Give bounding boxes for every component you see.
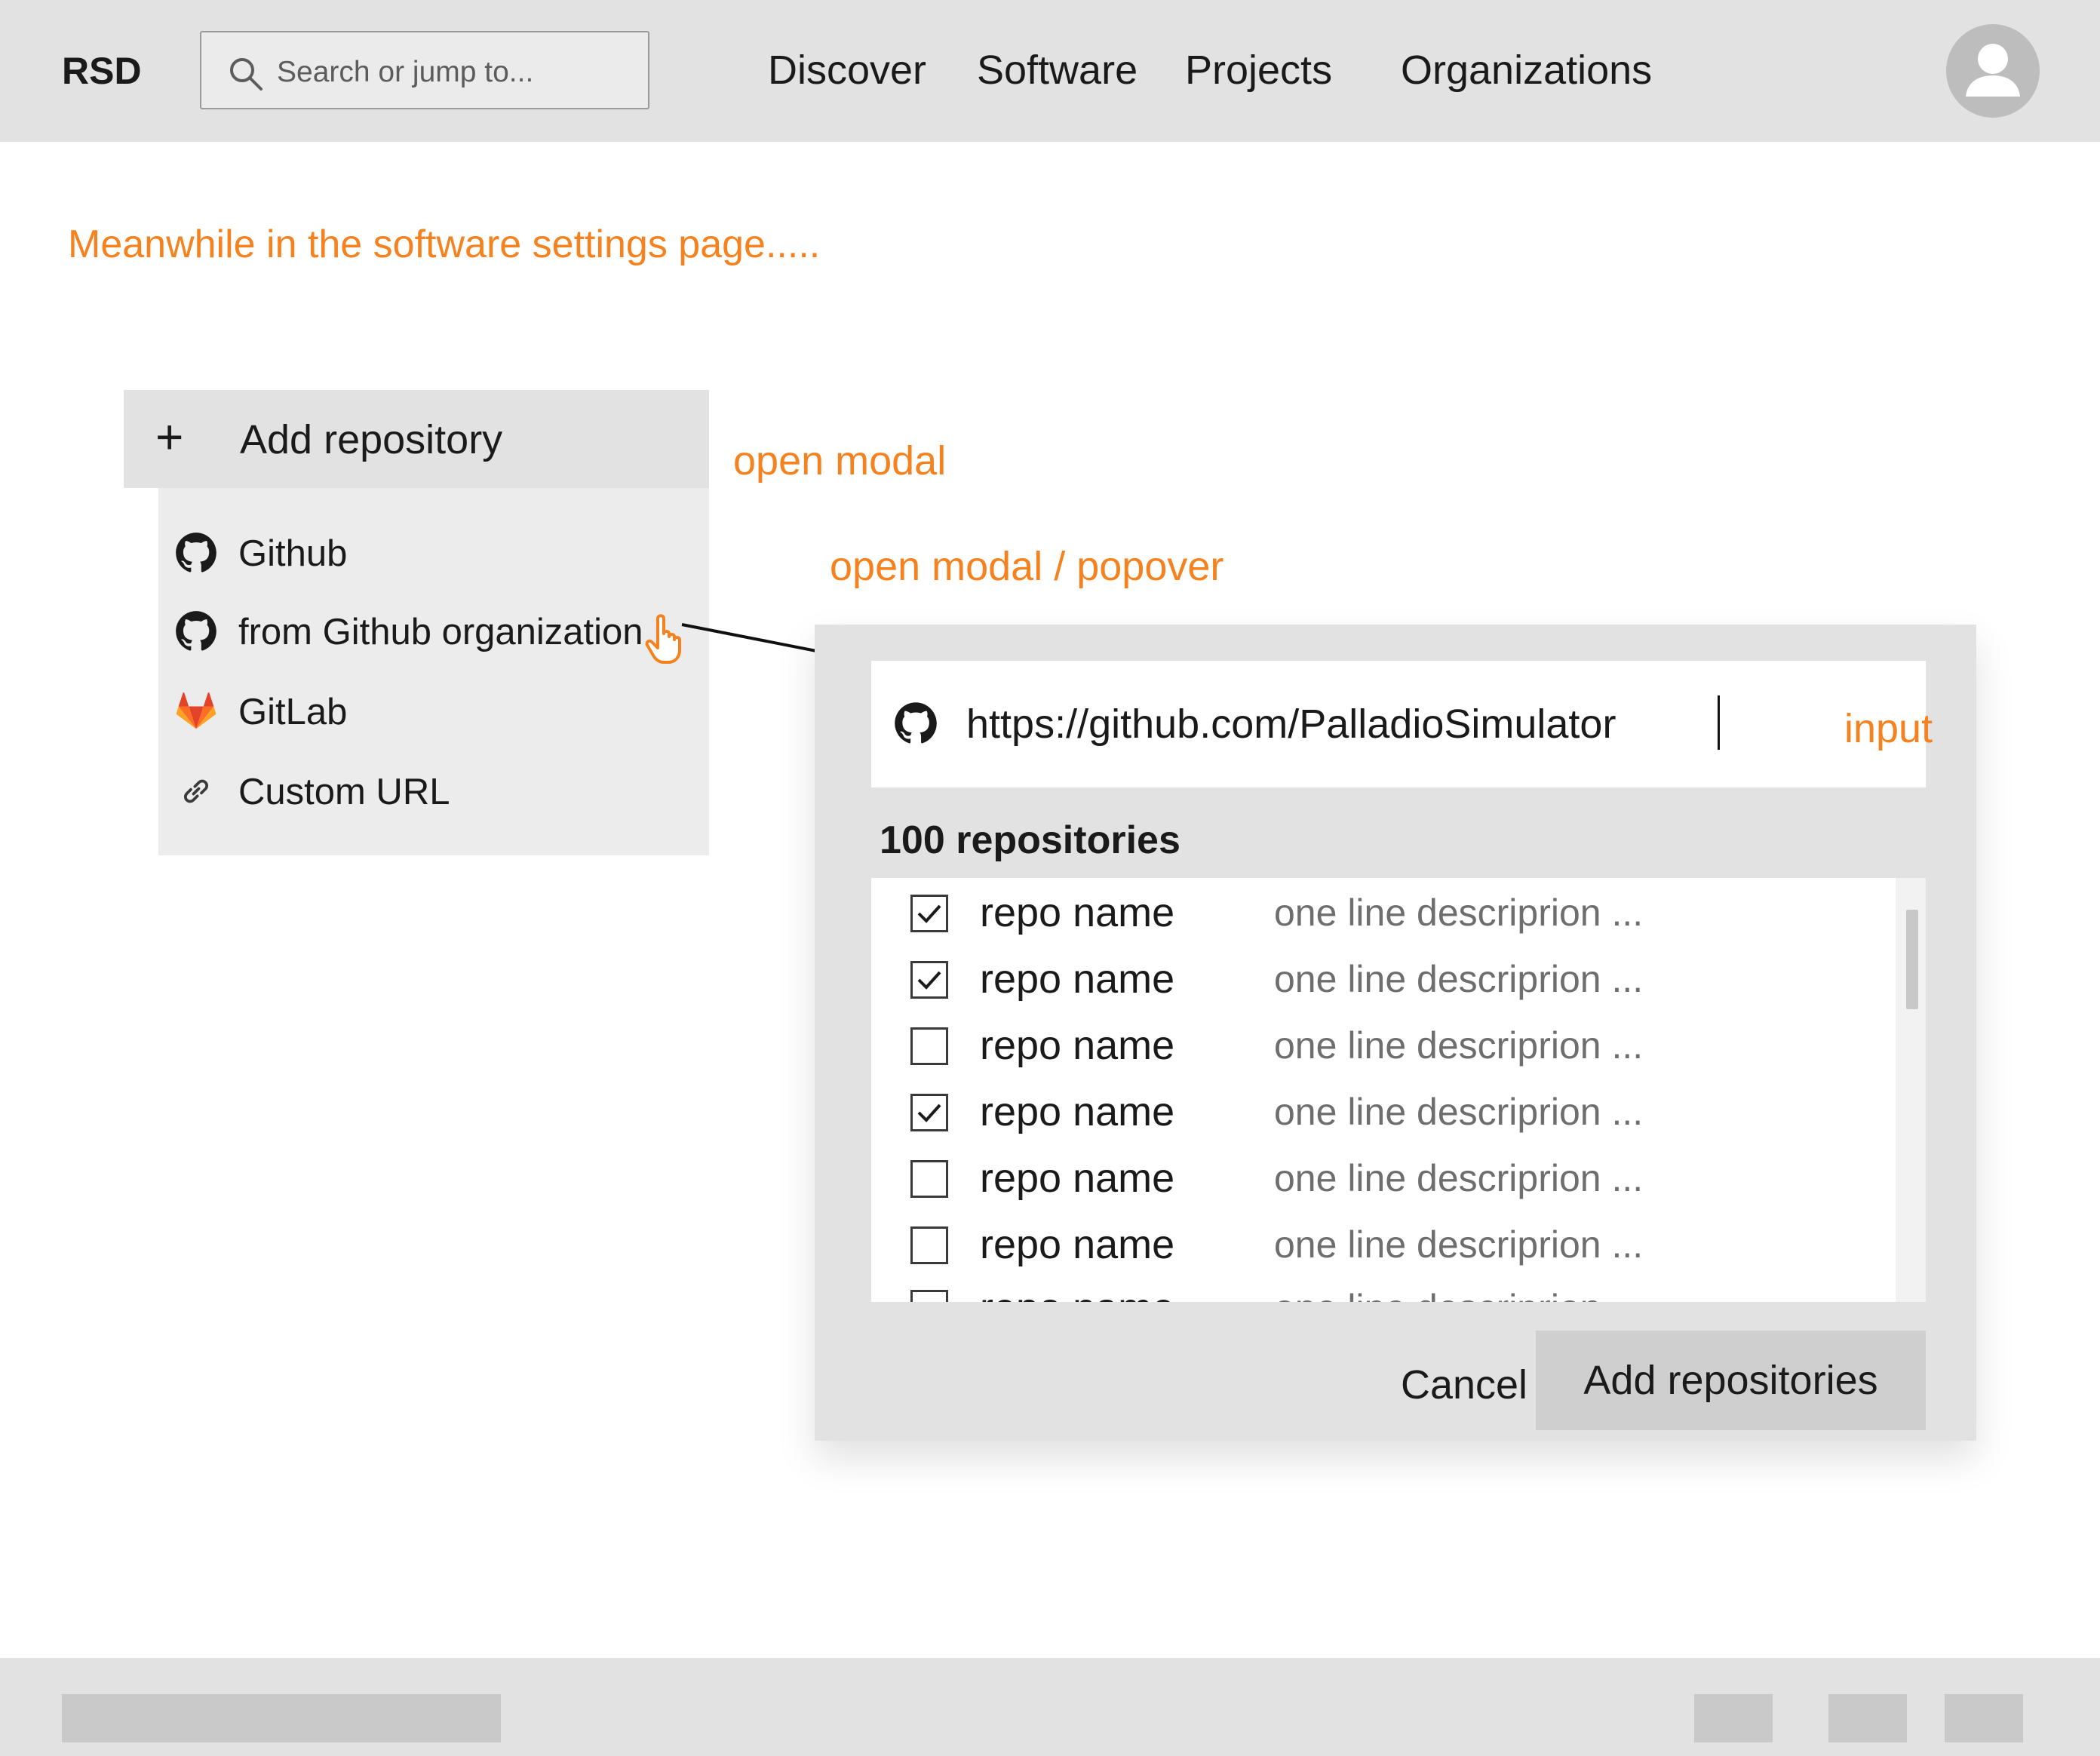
footer-placeholder-block [62, 1694, 501, 1742]
github-icon [895, 702, 937, 744]
repo-row[interactable]: repo name one line descriprion ... [871, 1210, 1882, 1276]
repo-description: one line descriprion ... [1274, 958, 1644, 1000]
repo-row[interactable]: repo name one line descriprion ... [871, 1144, 1882, 1210]
search-input[interactable]: Search or jump to... [200, 31, 649, 109]
github-icon [176, 611, 216, 651]
top-nav-bar: RSD Search or jump to... Discover Softwa… [0, 0, 2100, 142]
rsd-logo[interactable]: RSD [62, 47, 142, 95]
checkmark-icon [917, 971, 941, 990]
list-scrollbar[interactable] [1896, 878, 1926, 1302]
repo-description: one line descriprion ... [1274, 892, 1644, 934]
repo-name: repo name [980, 1156, 1175, 1201]
link-icon [184, 779, 208, 803]
repo-checkbox[interactable] [910, 1226, 948, 1264]
repo-checkbox[interactable] [910, 1160, 948, 1198]
repo-description: one line descriprion [1274, 1284, 1601, 1302]
add-repository-label: Add repository [240, 417, 503, 462]
menu-item-label: from Github organization [238, 612, 643, 652]
footer [0, 1658, 2100, 1756]
repo-description: one line descriprion ... [1274, 1091, 1644, 1133]
annotation-input: input [1844, 706, 1933, 751]
repo-checkbox[interactable] [910, 1094, 948, 1131]
repo-description: one line descriprion ... [1274, 1223, 1644, 1266]
gitlab-icon [176, 692, 216, 729]
user-avatar[interactable] [1946, 24, 2040, 118]
repo-checkbox[interactable] [910, 1027, 948, 1065]
repo-checkbox[interactable] [910, 895, 948, 932]
footer-placeholder-link[interactable] [1828, 1694, 1907, 1742]
repo-name: repo name [980, 1089, 1175, 1134]
search-placeholder: Search or jump to... [277, 56, 534, 88]
repo-name: repo name [980, 1023, 1175, 1068]
repo-name: repo name [980, 1284, 1174, 1302]
repo-row[interactable]: repo name one line descriprion [871, 1273, 1882, 1302]
menu-item-label: GitLab [238, 692, 348, 732]
repo-name: repo name [980, 890, 1175, 935]
menu-item-label: Github [238, 533, 348, 574]
footer-placeholder-link[interactable] [1694, 1694, 1773, 1742]
annotation-page-note: Meanwhile in the software settings page.… [68, 223, 821, 266]
repo-row[interactable]: repo name one line descriprion ... [871, 1011, 1882, 1077]
url-input-value: https://github.com/PalladioSimulator [966, 701, 1616, 747]
repository-source-menu: Github from Github organization GitLab C… [158, 488, 709, 855]
scrollbar-thumb[interactable] [1906, 910, 1918, 1009]
add-repositories-button[interactable]: Add repositories [1536, 1331, 1926, 1430]
repo-name: repo name [980, 1222, 1175, 1267]
repo-checkbox[interactable] [910, 1290, 948, 1302]
nav-discover[interactable]: Discover [768, 45, 926, 95]
annotation-open-modal-popover: open modal / popover [830, 544, 1224, 589]
plus-icon: + [155, 410, 184, 464]
nav-projects[interactable]: Projects [1185, 45, 1332, 95]
repo-description: one line descriprion ... [1274, 1157, 1644, 1199]
menu-item-github-organization[interactable]: from Github organization [158, 595, 709, 663]
repository-list[interactable]: repo name one line descriprion ... repo … [871, 878, 1926, 1302]
add-repository-button[interactable]: + Add repository [124, 390, 709, 488]
menu-item-custom-url[interactable]: Custom URL [158, 755, 709, 823]
repo-row[interactable]: repo name one line descriprion ... [871, 944, 1882, 1011]
footer-placeholder-link[interactable] [1945, 1694, 2023, 1742]
menu-item-gitlab[interactable]: GitLab [158, 675, 709, 743]
annotation-open-modal: open modal [733, 438, 947, 484]
nav-software[interactable]: Software [977, 45, 1138, 95]
menu-item-github[interactable]: Github [158, 517, 709, 585]
repo-row[interactable]: repo name one line descriprion ... [871, 878, 1882, 944]
repo-name: repo name [980, 956, 1175, 1002]
github-icon [176, 533, 216, 573]
repo-row[interactable]: repo name one line descriprion ... [871, 1077, 1882, 1144]
text-caret [1718, 695, 1720, 750]
search-icon [230, 58, 262, 91]
checkmark-icon [917, 1104, 941, 1122]
repository-count: 100 repositories [880, 818, 1180, 862]
user-icon [1966, 44, 2020, 97]
repo-description: one line descriprion ... [1274, 1024, 1644, 1067]
github-org-url-input[interactable]: https://github.com/PalladioSimulator inp… [871, 661, 1933, 787]
menu-item-label: Custom URL [238, 772, 450, 812]
nav-organizations[interactable]: Organizations [1401, 45, 1652, 95]
checkmark-icon [917, 904, 941, 923]
import-repositories-modal: https://github.com/PalladioSimulator inp… [815, 625, 1976, 1441]
repo-checkbox[interactable] [910, 961, 948, 999]
